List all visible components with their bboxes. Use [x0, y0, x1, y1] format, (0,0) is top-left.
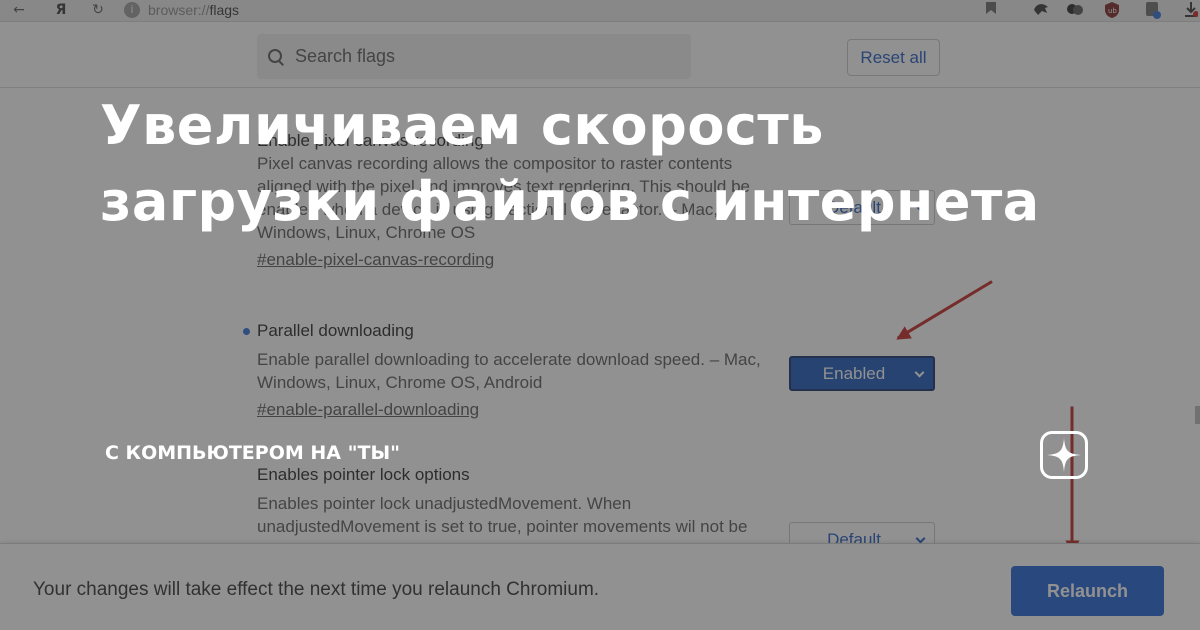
- flag-select-value: Enabled: [822, 363, 886, 383]
- url-path: flags: [209, 2, 240, 18]
- reset-all-button[interactable]: Reset all: [847, 39, 940, 76]
- bookmark-icon[interactable]: [982, 1, 1000, 19]
- download-icon[interactable]: [1182, 1, 1200, 19]
- flag-item: Enables pointer lock options Enables poi…: [257, 464, 777, 538]
- address-bar[interactable]: i browser://flags: [124, 0, 239, 20]
- yandex-logo-icon[interactable]: Я: [52, 1, 70, 19]
- scrollbar-thumb[interactable]: [1195, 406, 1200, 424]
- search-icon: [267, 48, 285, 66]
- zen-star-icon: [1040, 431, 1088, 479]
- site-info-icon[interactable]: i: [124, 2, 140, 18]
- relaunch-message: Your changes will take effect the next t…: [33, 579, 600, 600]
- ublock-icon[interactable]: ub: [1103, 1, 1121, 19]
- channel-name: С КОМПЬЮТЕРОМ НА "ТЫ": [105, 442, 401, 464]
- relaunch-button[interactable]: Relaunch: [1011, 566, 1164, 616]
- headline-line: загрузки файлов с интернета: [100, 170, 1040, 233]
- reload-icon[interactable]: ↻: [89, 1, 107, 19]
- flag-description: Enable parallel downloading to accelerat…: [257, 350, 761, 392]
- flag-link[interactable]: #enable-parallel-downloading: [257, 397, 777, 423]
- headline-line: Увеличиваем скорость: [100, 94, 824, 157]
- flag-title: Parallel downloading: [257, 321, 414, 340]
- flag-description: Enables pointer lock unadjustedMovement.…: [257, 494, 748, 536]
- address-url: browser://flags: [148, 2, 239, 18]
- chevron-down-icon: [915, 533, 926, 544]
- relaunch-bar: Your changes will take effect the next t…: [0, 543, 1200, 630]
- extension-icon[interactable]: [1066, 1, 1084, 19]
- flags-header: Reset all: [0, 22, 1200, 88]
- flag-select[interactable]: Enabled: [789, 356, 935, 391]
- flag-link[interactable]: #enable-pixel-canvas-recording: [257, 247, 777, 273]
- chevron-down-icon: [914, 367, 925, 378]
- extension-icon[interactable]: [1144, 1, 1162, 19]
- svg-text:ub: ub: [1108, 7, 1117, 15]
- search-input[interactable]: [295, 46, 675, 67]
- extension-icon[interactable]: [1032, 1, 1050, 19]
- search-box[interactable]: [257, 34, 691, 79]
- flag-item: Parallel downloading Enable parallel dow…: [243, 320, 777, 423]
- browser-toolbar: ← Я ↻ i browser://flags ub: [0, 0, 1200, 22]
- arrow-left-icon[interactable]: ←: [10, 1, 28, 19]
- cover-headline: Увеличиваем скорость загрузки файлов с и…: [100, 88, 1100, 240]
- modified-dot-icon: [243, 328, 250, 335]
- flag-title: Enables pointer lock options: [257, 465, 470, 484]
- url-scheme: browser://: [148, 2, 210, 18]
